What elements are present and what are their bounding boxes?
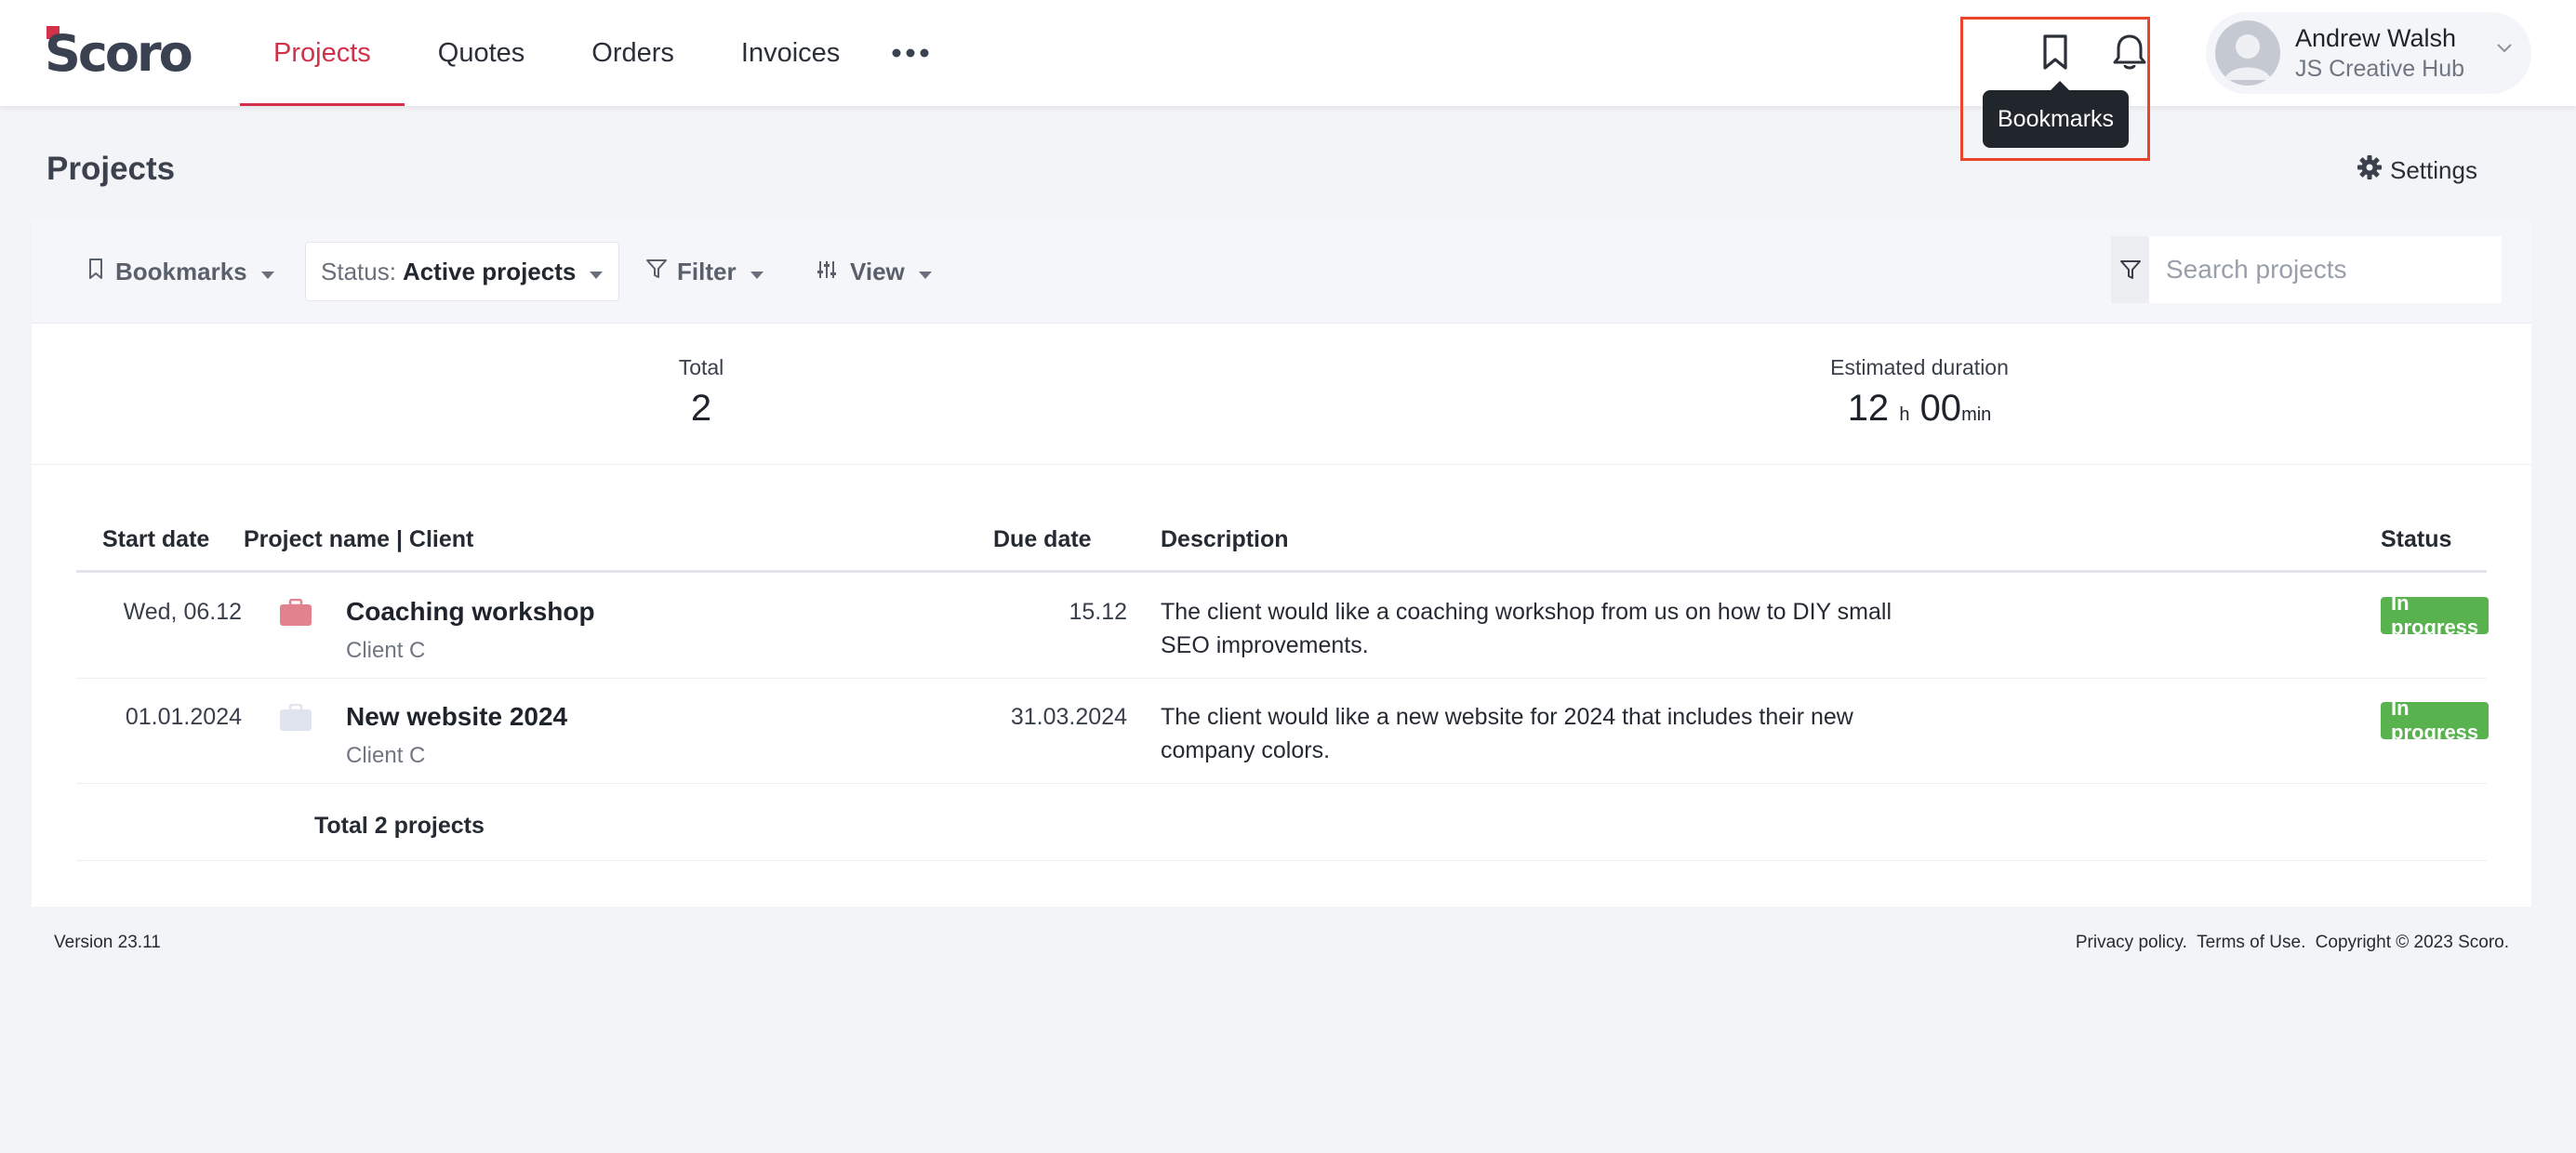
project-name[interactable]: Coaching workshop (346, 597, 595, 627)
search-filter-icon[interactable] (2111, 236, 2149, 303)
column-project-client[interactable]: Project name | Client (244, 526, 473, 553)
avatar (2215, 20, 2280, 86)
table-header: Start date Project name | Client Due dat… (76, 515, 2487, 573)
user-company: JS Creative Hub (2295, 56, 2465, 82)
duration-value: 12 h 00min (1780, 388, 2059, 430)
status-badge: In progress (2381, 591, 2490, 639)
total-label: Total (678, 355, 724, 379)
bookmarks-label: Bookmarks (115, 257, 247, 285)
table-total-row: Total 2 projects (76, 792, 2487, 861)
projects-card: Bookmarks Status: Active projects Filter (32, 219, 2531, 907)
duration-summary: Estimated duration 12 h 00min (1780, 355, 2059, 430)
list-toolbar: Bookmarks Status: Active projects Filter (32, 219, 2531, 324)
bookmarks-tooltip: Bookmarks (1983, 81, 2130, 148)
scoro-logo[interactable]: Scoro (45, 24, 193, 76)
user-menu[interactable]: Andrew Walsh JS Creative Hub (2206, 12, 2531, 94)
nav-invoices[interactable]: Invoices (708, 0, 873, 106)
more-horizontal-icon[interactable] (873, 0, 948, 106)
duration-label: Estimated duration (1830, 355, 2009, 379)
bell-icon[interactable] (2104, 26, 2156, 78)
column-description[interactable]: Description (1161, 526, 1289, 553)
settings-label: Settings (2390, 156, 2477, 184)
due-date: 31.03.2024 (1010, 704, 1127, 730)
project-name[interactable]: New website 2024 (346, 702, 567, 732)
briefcase-icon (279, 703, 312, 736)
nav-projects[interactable]: Projects (240, 0, 405, 106)
column-start-date[interactable]: Start date (102, 526, 209, 553)
filter-dropdown[interactable]: Filter (645, 242, 764, 301)
client-name[interactable]: Client C (346, 743, 567, 769)
user-name: Andrew Walsh (2295, 24, 2457, 52)
logo-text: Scoro (45, 24, 192, 76)
start-date: 01.01.2024 (125, 704, 242, 730)
view-settings-icon (817, 258, 837, 286)
top-navigation-bar: Scoro Projects Quotes Orders Invoices An… (0, 0, 2576, 106)
duration-hours-unit: h (1899, 404, 1910, 425)
status-prefix: Status: (321, 257, 396, 285)
due-date: 15.12 (1069, 599, 1127, 625)
total-value: 2 (690, 388, 712, 429)
start-date: Wed, 06.12 (123, 599, 242, 625)
filter-icon (645, 258, 668, 286)
view-dropdown[interactable]: View (817, 242, 933, 301)
total-projects-label: Total 2 projects (314, 813, 485, 839)
search-box (2111, 236, 2502, 303)
duration-minutes: 00 (1919, 388, 1962, 429)
briefcase-icon (279, 598, 312, 631)
duration-minutes-unit: min (1961, 404, 1992, 425)
page-title: Projects (46, 151, 176, 187)
status-dropdown[interactable]: Status: Active projects (305, 242, 620, 301)
copyright-text: Copyright © 2023 Scoro. (2315, 933, 2509, 952)
nav-orders[interactable]: Orders (558, 0, 708, 106)
bookmarks-dropdown[interactable]: Bookmarks (87, 242, 275, 301)
description: The client would like a coaching worksho… (1161, 599, 1892, 658)
summary-bar: Total 2 Estimated duration 12 h 00min (32, 324, 2531, 465)
column-due-date[interactable]: Due date (993, 526, 1092, 553)
table-row[interactable]: 01.01.2024 New website 2024 Client C 31.… (76, 680, 2490, 784)
caret-down-icon (260, 258, 275, 286)
chevron-down-icon (2496, 42, 2513, 59)
caret-down-icon (918, 258, 933, 286)
bookmark-icon[interactable] (2029, 26, 2081, 78)
table-row[interactable]: Wed, 06.12 Coaching workshop Client C 15… (76, 575, 2490, 679)
column-status[interactable]: Status (2381, 526, 2451, 553)
footer-links: Privacy policy. Terms of Use. Copyright … (2071, 933, 2509, 953)
caret-down-icon (589, 258, 604, 286)
gear-icon (2357, 154, 2390, 187)
terms-of-use-link[interactable]: Terms of Use. (2197, 933, 2305, 952)
status-value: Active projects (402, 257, 577, 285)
scoro-logo-mark: Scoro (45, 24, 193, 76)
search-input[interactable] (2149, 236, 2502, 303)
bookmark-icon (87, 258, 104, 286)
description: The client would like a new website for … (1161, 704, 1853, 763)
status-badge: In progress (2381, 696, 2490, 744)
privacy-policy-link[interactable]: Privacy policy. (2076, 933, 2187, 952)
duration-hours: 12 (1847, 388, 1890, 429)
main-nav: Projects Quotes Orders Invoices (240, 0, 948, 106)
nav-quotes[interactable]: Quotes (405, 0, 559, 106)
view-label: View (850, 257, 905, 285)
settings-button[interactable]: Settings (2357, 154, 2477, 187)
filter-label: Filter (677, 257, 737, 285)
caret-down-icon (750, 258, 764, 286)
total-summary: Total 2 (608, 355, 794, 430)
client-name[interactable]: Client C (346, 638, 595, 664)
version-label: Version 23.11 (54, 933, 161, 952)
